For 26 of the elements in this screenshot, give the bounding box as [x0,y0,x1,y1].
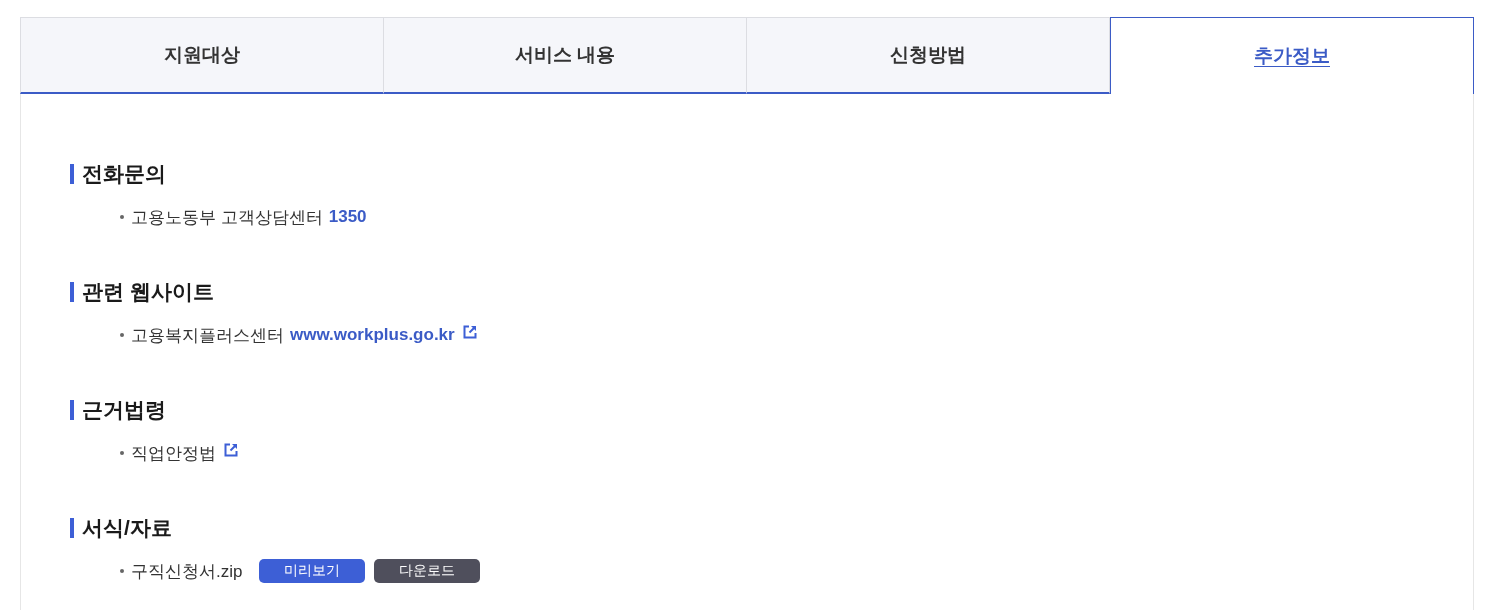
download-button[interactable]: 다운로드 [374,559,481,583]
bullet-icon [120,451,124,455]
bullet-icon [120,215,124,219]
item-text: 구직신청서.zip [131,560,243,583]
heading-bar-icon [70,282,74,302]
item-text: 직업안정법 [131,442,216,465]
bullet-icon [120,569,124,573]
item-link[interactable]: www.workplus.go.kr [290,325,455,345]
bullet-icon [120,333,124,337]
tab[interactable]: 지원대상 [20,17,384,94]
heading-bar-icon [70,164,74,184]
section-heading: 서식/자료 [82,515,172,541]
external-link-icon[interactable] [462,325,477,339]
preview-button[interactable]: 미리보기 [259,559,366,583]
item-text: 고용노동부 고객상담센터 [131,206,323,229]
item-text: 고용복지플러스센터 [131,324,284,347]
tab[interactable]: 서비스 내용 [384,17,747,94]
section-heading: 근거법령 [82,397,166,423]
heading-bar-icon [70,518,74,538]
section-heading: 관련 웹사이트 [82,279,214,305]
heading-bar-icon [70,400,74,420]
tab[interactable]: 신청방법 [747,17,1110,94]
item-link[interactable]: 1350 [328,207,367,227]
section-heading: 전화문의 [82,161,166,187]
tab[interactable]: 추가정보 [1110,17,1474,94]
external-link-icon[interactable] [224,443,238,457]
